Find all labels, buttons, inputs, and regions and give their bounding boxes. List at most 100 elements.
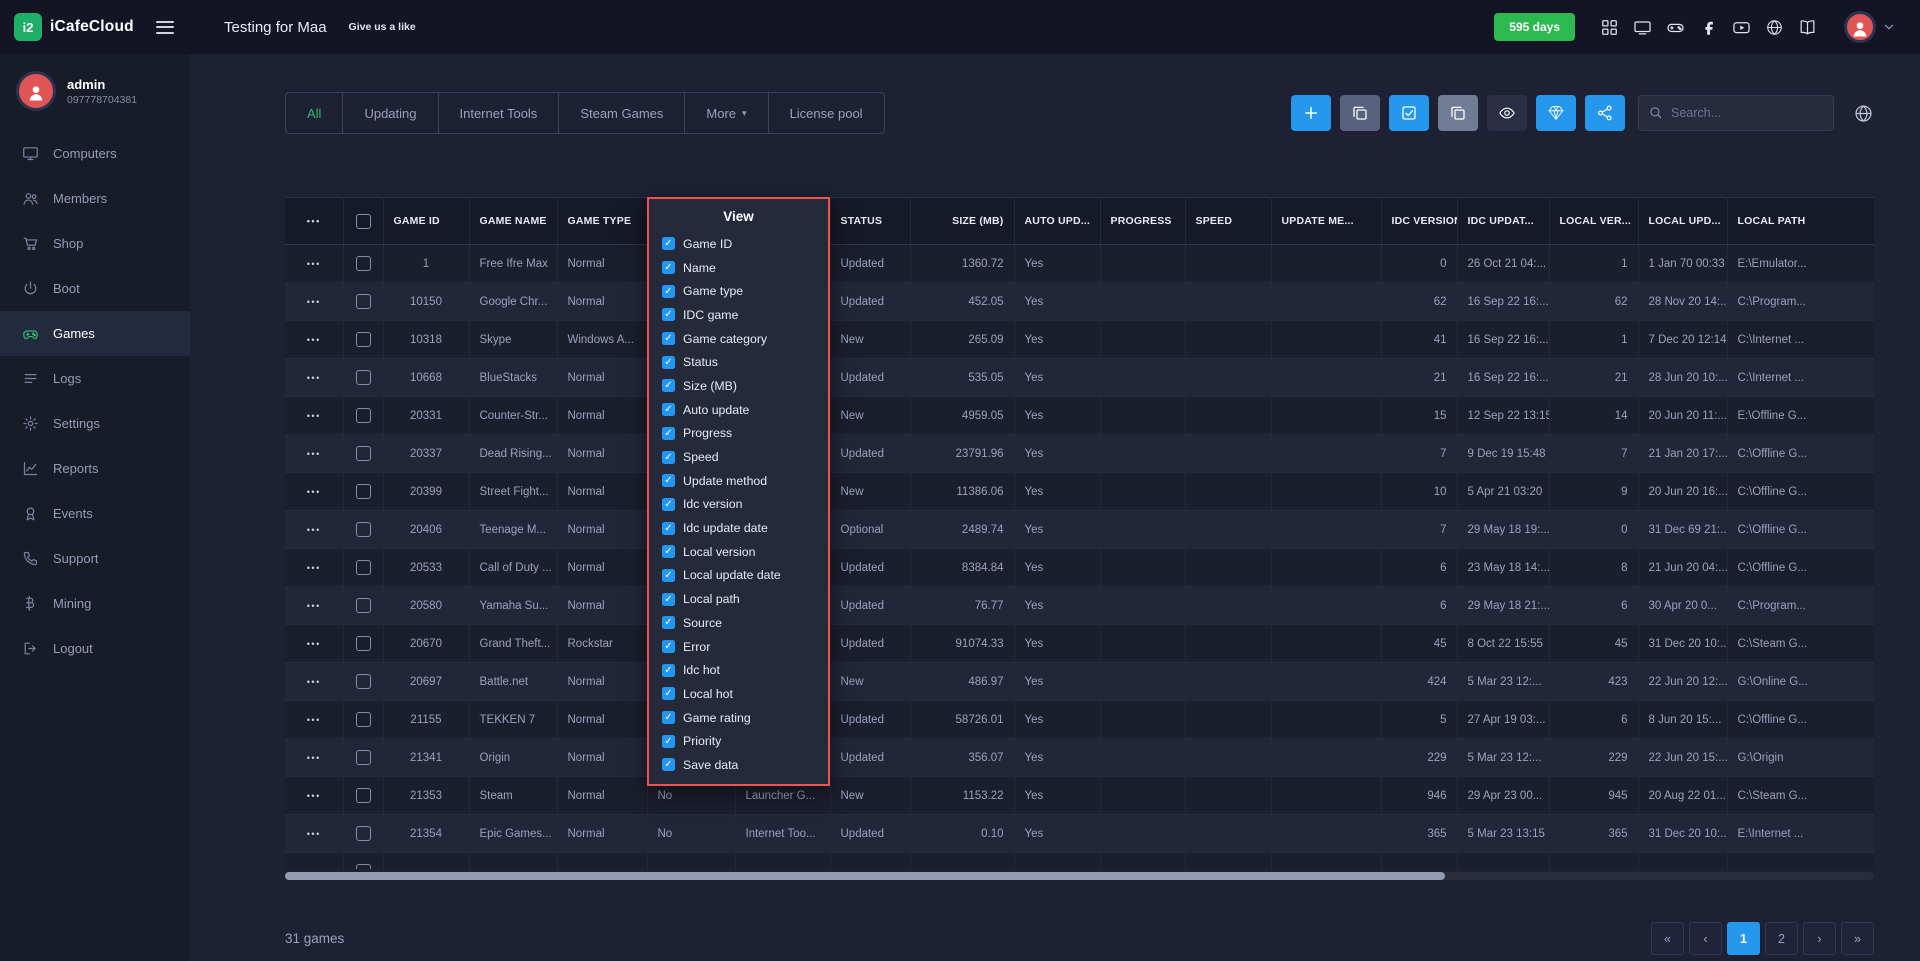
sidebar-item-boot[interactable]: Boot — [0, 266, 190, 311]
header-actions-button[interactable]: ••• — [307, 216, 321, 226]
column-header-local_path[interactable]: LOCAL PATH — [1727, 198, 1874, 245]
row-actions-button[interactable]: ••• — [307, 601, 321, 611]
view-option-game-type[interactable]: ✓Game type — [662, 279, 815, 303]
row-actions-button[interactable]: ••• — [307, 677, 321, 687]
view-option-status[interactable]: ✓Status — [662, 350, 815, 374]
view-option-idc-game[interactable]: ✓IDC game — [662, 303, 815, 327]
checked-checkbox-icon[interactable]: ✓ — [662, 237, 675, 250]
column-header-idc_version[interactable]: IDC VERSION — [1381, 198, 1457, 245]
row-actions-button[interactable]: ••• — [307, 487, 321, 497]
subscription-days-badge[interactable]: 595 days — [1494, 13, 1575, 41]
checked-checkbox-icon[interactable]: ✓ — [662, 261, 675, 274]
checked-checkbox-icon[interactable]: ✓ — [662, 711, 675, 724]
column-header-local_update_date[interactable]: LOCAL UPD... — [1638, 198, 1727, 245]
row-checkbox[interactable] — [356, 636, 371, 651]
row-checkbox[interactable] — [356, 370, 371, 385]
row-actions-button[interactable]: ••• — [307, 791, 321, 801]
user-menu[interactable] — [1844, 11, 1896, 43]
duplicate-button[interactable] — [1438, 95, 1478, 131]
row-checkbox[interactable] — [356, 332, 371, 347]
checked-checkbox-icon[interactable]: ✓ — [662, 522, 675, 535]
view-option-idc-update-date[interactable]: ✓Idc update date — [662, 516, 815, 540]
globe-icon[interactable] — [1765, 18, 1784, 37]
row-actions-button[interactable]: ••• — [307, 259, 321, 269]
checked-checkbox-icon[interactable]: ✓ — [662, 735, 675, 748]
row-checkbox[interactable] — [356, 598, 371, 613]
checked-checkbox-icon[interactable]: ✓ — [662, 451, 675, 464]
give-us-a-like-link[interactable]: Give us a like — [349, 21, 416, 33]
select-all-checkbox[interactable] — [356, 214, 371, 229]
horizontal-scrollbar[interactable] — [285, 872, 1874, 880]
view-option-game-id[interactable]: ✓Game ID — [662, 232, 815, 256]
row-actions-button[interactable]: ••• — [307, 867, 321, 870]
checked-checkbox-icon[interactable]: ✓ — [662, 687, 675, 700]
view-option-size-mb-[interactable]: ✓Size (MB) — [662, 374, 815, 398]
sidebar-item-events[interactable]: Events — [0, 491, 190, 536]
view-option-update-method[interactable]: ✓Update method — [662, 469, 815, 493]
checked-checkbox-icon[interactable]: ✓ — [662, 332, 675, 345]
checked-checkbox-icon[interactable]: ✓ — [662, 758, 675, 771]
column-header-speed[interactable]: SPEED — [1185, 198, 1271, 245]
row-checkbox[interactable] — [356, 256, 371, 271]
apps-icon[interactable] — [1600, 18, 1619, 37]
sidebar-item-support[interactable]: Support — [0, 536, 190, 581]
view-option-game-category[interactable]: ✓Game category — [662, 327, 815, 351]
youtube-icon[interactable] — [1732, 18, 1751, 37]
tab-updating[interactable]: Updating — [343, 92, 438, 134]
column-header-size_mb[interactable]: SIZE (MB) — [910, 198, 1014, 245]
checked-checkbox-icon[interactable]: ✓ — [662, 403, 675, 416]
checked-checkbox-icon[interactable]: ✓ — [662, 569, 675, 582]
tab-more[interactable]: More▾ — [685, 92, 768, 134]
visibility-button[interactable] — [1487, 95, 1527, 131]
sidebar-item-mining[interactable]: Mining — [0, 581, 190, 626]
row-actions-button[interactable]: ••• — [307, 449, 321, 459]
view-option-local-version[interactable]: ✓Local version — [662, 540, 815, 564]
sidebar-item-games[interactable]: Games — [0, 311, 190, 356]
scrollbar-thumb[interactable] — [285, 872, 1445, 880]
tab-internet-tools[interactable]: Internet Tools — [439, 92, 560, 134]
column-header-idc_update_date[interactable]: IDC UPDAT... — [1457, 198, 1549, 245]
column-header-progress[interactable]: PROGRESS — [1100, 198, 1185, 245]
checked-checkbox-icon[interactable]: ✓ — [662, 545, 675, 558]
search-input[interactable] — [1638, 95, 1834, 131]
row-checkbox[interactable] — [356, 750, 371, 765]
language-globe-icon[interactable] — [1853, 103, 1874, 124]
checked-checkbox-icon[interactable]: ✓ — [662, 616, 675, 629]
sidebar-item-computers[interactable]: Computers — [0, 131, 190, 176]
row-checkbox[interactable] — [356, 712, 371, 727]
view-option-auto-update[interactable]: ✓Auto update — [662, 398, 815, 422]
page-button-first[interactable]: « — [1651, 922, 1684, 955]
row-actions-button[interactable]: ••• — [307, 373, 321, 383]
row-checkbox[interactable] — [356, 674, 371, 689]
view-option-priority[interactable]: ✓Priority — [662, 729, 815, 753]
view-option-game-rating[interactable]: ✓Game rating — [662, 706, 815, 730]
view-option-save-data[interactable]: ✓Save data — [662, 753, 815, 777]
checked-checkbox-icon[interactable]: ✓ — [662, 379, 675, 392]
row-checkbox[interactable] — [356, 294, 371, 309]
handbook-icon[interactable] — [1798, 18, 1817, 37]
check-update-button[interactable] — [1389, 95, 1429, 131]
view-option-idc-version[interactable]: ✓Idc version — [662, 493, 815, 517]
row-checkbox[interactable] — [356, 408, 371, 423]
row-checkbox[interactable] — [356, 864, 371, 869]
view-option-source[interactable]: ✓Source — [662, 611, 815, 635]
row-actions-button[interactable]: ••• — [307, 829, 321, 839]
tab-license-pool[interactable]: License pool — [769, 92, 885, 134]
row-actions-button[interactable]: ••• — [307, 335, 321, 345]
checked-checkbox-icon[interactable]: ✓ — [662, 474, 675, 487]
sidebar-item-reports[interactable]: Reports — [0, 446, 190, 491]
sidebar-item-logs[interactable]: Logs — [0, 356, 190, 401]
sidebar-item-settings[interactable]: Settings — [0, 401, 190, 446]
row-actions-button[interactable]: ••• — [307, 715, 321, 725]
checked-checkbox-icon[interactable]: ✓ — [662, 498, 675, 511]
row-checkbox[interactable] — [356, 788, 371, 803]
gamepad-icon[interactable] — [1666, 18, 1685, 37]
page-button-1[interactable]: 1 — [1727, 922, 1760, 955]
view-option-name[interactable]: ✓Name — [662, 256, 815, 280]
view-option-idc-hot[interactable]: ✓Idc hot — [662, 658, 815, 682]
checked-checkbox-icon[interactable]: ✓ — [662, 356, 675, 369]
column-header-local_version[interactable]: LOCAL VER... — [1549, 198, 1638, 245]
column-header-game_type[interactable]: GAME TYPE — [557, 198, 647, 245]
row-actions-button[interactable]: ••• — [307, 753, 321, 763]
row-checkbox[interactable] — [356, 560, 371, 575]
